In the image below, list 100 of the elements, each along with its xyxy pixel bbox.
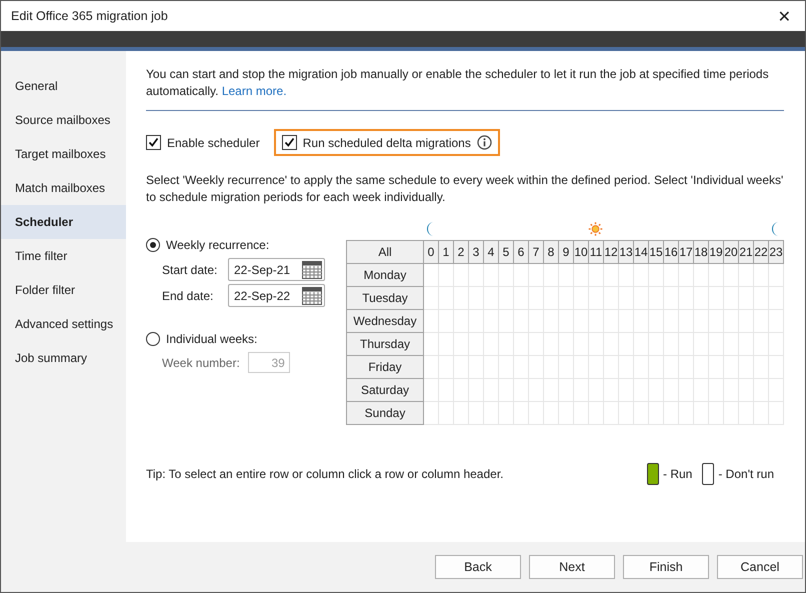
schedule-cell[interactable] — [694, 379, 709, 402]
column-header[interactable]: 20 — [724, 241, 739, 264]
schedule-cell[interactable] — [439, 402, 454, 425]
column-header[interactable]: 10 — [574, 241, 589, 264]
schedule-cell[interactable] — [514, 287, 529, 310]
schedule-cell[interactable] — [724, 264, 739, 287]
column-header[interactable]: 1 — [439, 241, 454, 264]
schedule-cell[interactable] — [649, 310, 664, 333]
schedule-cell[interactable] — [649, 379, 664, 402]
schedule-cell[interactable] — [709, 333, 724, 356]
schedule-cell[interactable] — [424, 310, 439, 333]
schedule-cell[interactable] — [439, 287, 454, 310]
schedule-cell[interactable] — [454, 287, 469, 310]
schedule-cell[interactable] — [499, 287, 514, 310]
sidebar-item[interactable]: Time filter — [1, 239, 126, 273]
schedule-cell[interactable] — [469, 379, 484, 402]
schedule-cell[interactable] — [544, 379, 559, 402]
schedule-cell[interactable] — [664, 264, 679, 287]
schedule-cell[interactable] — [499, 356, 514, 379]
schedule-cell[interactable] — [724, 356, 739, 379]
schedule-cell[interactable] — [649, 287, 664, 310]
schedule-cell[interactable] — [589, 264, 604, 287]
column-header[interactable]: 17 — [679, 241, 694, 264]
schedule-cell[interactable] — [529, 310, 544, 333]
schedule-cell[interactable] — [559, 264, 574, 287]
schedule-cell[interactable] — [634, 356, 649, 379]
schedule-cell[interactable] — [679, 356, 694, 379]
schedule-cell[interactable] — [634, 310, 649, 333]
schedule-cell[interactable] — [679, 402, 694, 425]
schedule-cell[interactable] — [769, 379, 784, 402]
schedule-cell[interactable] — [694, 402, 709, 425]
schedule-cell[interactable] — [769, 287, 784, 310]
schedule-cell[interactable] — [424, 402, 439, 425]
row-header[interactable]: Thursday — [347, 333, 424, 356]
calendar-icon[interactable] — [302, 286, 322, 304]
schedule-cell[interactable] — [529, 333, 544, 356]
row-header[interactable]: Sunday — [347, 402, 424, 425]
sidebar-item[interactable]: Advanced settings — [1, 307, 126, 341]
radio-button[interactable] — [146, 238, 160, 252]
schedule-cell[interactable] — [544, 356, 559, 379]
schedule-cell[interactable] — [529, 287, 544, 310]
schedule-cell[interactable] — [544, 264, 559, 287]
schedule-cell[interactable] — [634, 287, 649, 310]
schedule-cell[interactable] — [619, 379, 634, 402]
row-header[interactable]: Saturday — [347, 379, 424, 402]
column-header[interactable]: 4 — [484, 241, 499, 264]
schedule-cell[interactable] — [514, 264, 529, 287]
schedule-cell[interactable] — [469, 402, 484, 425]
column-header[interactable]: 8 — [544, 241, 559, 264]
schedule-cell[interactable] — [634, 333, 649, 356]
schedule-cell[interactable] — [604, 356, 619, 379]
schedule-cell[interactable] — [739, 264, 754, 287]
schedule-cell[interactable] — [499, 333, 514, 356]
schedule-cell[interactable] — [559, 402, 574, 425]
schedule-cell[interactable] — [544, 287, 559, 310]
column-header[interactable]: 5 — [499, 241, 514, 264]
schedule-cell[interactable] — [439, 310, 454, 333]
schedule-cell[interactable] — [619, 402, 634, 425]
schedule-cell[interactable] — [544, 333, 559, 356]
column-header[interactable]: 2 — [454, 241, 469, 264]
info-icon[interactable] — [476, 135, 492, 150]
schedule-cell[interactable] — [514, 356, 529, 379]
schedule-cell[interactable] — [514, 402, 529, 425]
schedule-cell[interactable] — [544, 310, 559, 333]
schedule-cell[interactable] — [769, 264, 784, 287]
sidebar-item[interactable]: Match mailboxes — [1, 171, 126, 205]
schedule-cell[interactable] — [499, 310, 514, 333]
sidebar-item[interactable]: General — [1, 69, 126, 103]
schedule-cell[interactable] — [469, 310, 484, 333]
schedule-cell[interactable] — [604, 379, 619, 402]
column-header[interactable]: 3 — [469, 241, 484, 264]
column-header[interactable]: 23 — [769, 241, 784, 264]
schedule-cell[interactable] — [709, 356, 724, 379]
learn-more-link[interactable]: Learn more. — [222, 84, 287, 98]
schedule-cell[interactable] — [679, 264, 694, 287]
schedule-cell[interactable] — [439, 333, 454, 356]
schedule-cell[interactable] — [724, 287, 739, 310]
schedule-cell[interactable] — [724, 402, 739, 425]
schedule-cell[interactable] — [574, 333, 589, 356]
schedule-cell[interactable] — [604, 264, 619, 287]
schedule-cell[interactable] — [754, 356, 769, 379]
column-header[interactable]: 13 — [619, 241, 634, 264]
footer-button[interactable]: Finish — [623, 555, 709, 579]
schedule-cell[interactable] — [604, 310, 619, 333]
schedule-cell[interactable] — [754, 310, 769, 333]
schedule-cell[interactable] — [454, 402, 469, 425]
schedule-cell[interactable] — [619, 310, 634, 333]
schedule-cell[interactable] — [679, 310, 694, 333]
column-header[interactable]: 7 — [529, 241, 544, 264]
schedule-cell[interactable] — [454, 310, 469, 333]
schedule-cell[interactable] — [724, 333, 739, 356]
footer-button[interactable]: Cancel — [717, 555, 803, 579]
schedule-cell[interactable] — [514, 310, 529, 333]
schedule-cell[interactable] — [424, 356, 439, 379]
sidebar-item[interactable]: Folder filter — [1, 273, 126, 307]
schedule-cell[interactable] — [679, 379, 694, 402]
schedule-cell[interactable] — [499, 402, 514, 425]
schedule-cell[interactable] — [469, 356, 484, 379]
schedule-cell[interactable] — [739, 287, 754, 310]
sidebar-item[interactable]: Source mailboxes — [1, 103, 126, 137]
